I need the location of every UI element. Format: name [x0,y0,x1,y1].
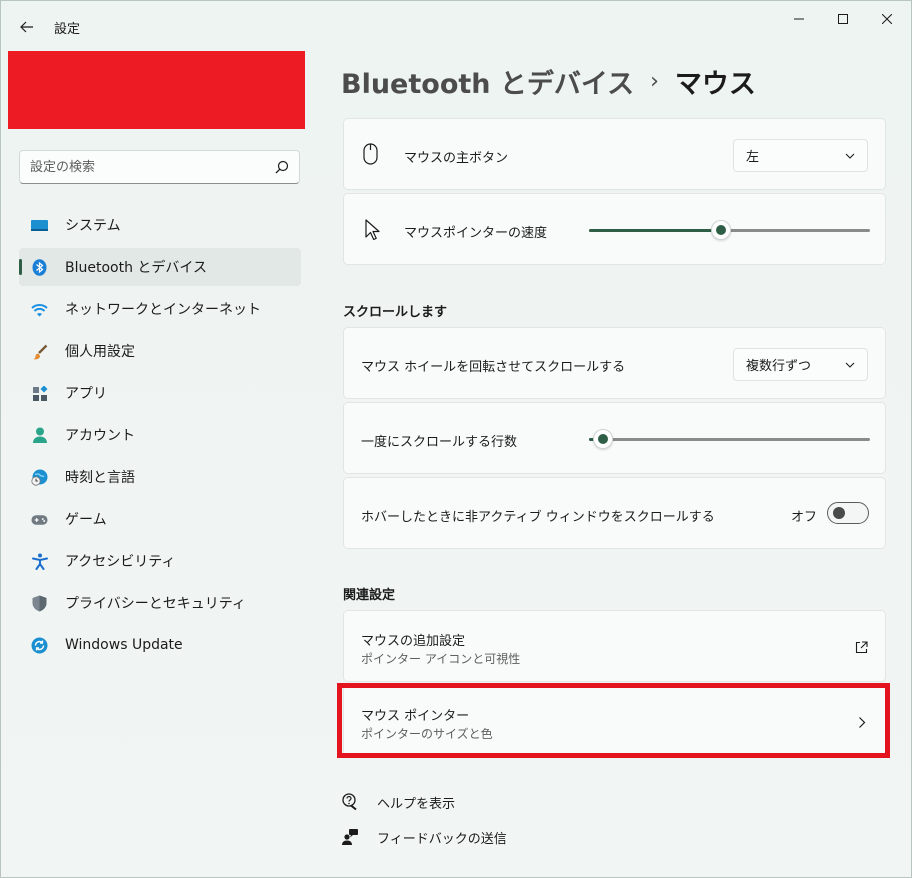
pointer-speed-label: マウスポインターの速度 [404,226,548,241]
app-title: 設定 [54,22,81,37]
close-icon [882,14,892,24]
gamepad-icon [31,511,48,528]
slider-thumb[interactable] [711,220,731,240]
selection-indicator [19,259,22,275]
search-input[interactable] [30,151,260,183]
mouse-pointer-title: マウス ポインター [361,709,470,724]
help-label: ヘルプを表示 [377,796,456,812]
sidebar-item-label: ネットワークとインターネット [65,302,261,318]
back-button[interactable] [13,13,41,41]
close-button[interactable] [865,7,909,31]
dropdown-value: 複数行ずつ [746,359,812,374]
maximize-button[interactable] [821,7,865,31]
breadcrumb-separator: › [650,68,659,94]
sidebar-item-label: ゲーム [65,512,107,528]
dropdown-value: 左 [746,150,760,165]
chevron-down-icon [845,153,855,159]
shield-icon [31,595,48,612]
maximize-icon [838,14,848,24]
sidebar-item-apps[interactable]: アプリ [19,374,301,412]
inactive-scroll-card: ホバーしたときに非アクティブ ウィンドウをスクロールする オフ [343,477,886,549]
sidebar-item-label: アカウント [65,428,135,444]
apps-icon [31,385,48,402]
scroll-section-heading: スクロールします [343,305,448,320]
mouse-icon [363,143,378,165]
brush-icon [31,343,48,360]
pointer-speed-card: マウスポインターの速度 [343,193,886,265]
arrow-left-icon [20,21,33,33]
toggle-state-label: オフ [791,510,818,525]
chevron-down-icon [845,362,855,368]
wheel-scroll-label: マウス ホイールを回転させてスクロールする [361,360,626,375]
sidebar-item-label: 個人用設定 [65,344,135,360]
bluetooth-icon [31,259,48,276]
page-title: マウス [674,68,756,100]
sidebar-item-label: Bluetooth とデバイス [65,260,207,276]
title-bar: 設定 [1,1,911,49]
primary-button-card: マウスの主ボタン 左 [343,118,886,190]
mouse-pointer-card[interactable]: マウス ポインター ポインターのサイズと色 [343,685,886,756]
sidebar-item-time-language[interactable]: 時刻と言語 [19,458,301,496]
wheel-scroll-dropdown[interactable]: 複数行ずつ [733,348,868,381]
primary-button-dropdown[interactable]: 左 [733,139,868,172]
slider-fill [589,229,721,232]
mouse-pointer-subtitle: ポインターのサイズと色 [361,727,493,741]
sidebar-item-gaming[interactable]: ゲーム [19,500,301,538]
search-box[interactable] [19,150,300,184]
sidebar-nav: システム Bluetooth とデバイス ネットワークとインターネット 個人用設… [19,206,301,668]
sidebar-item-label: アクセシビリティ [65,554,176,570]
sidebar-item-network[interactable]: ネットワークとインターネット [19,290,301,328]
sidebar-item-personalization[interactable]: 個人用設定 [19,332,301,370]
sidebar-item-system[interactable]: システム [19,206,301,244]
additional-settings-title: マウスの追加設定 [361,634,466,649]
sidebar-item-label: システム [65,218,121,234]
system-icon [31,217,48,234]
toggle-knob [833,507,845,519]
breadcrumb: Bluetooth とデバイス › マウス [341,61,756,101]
sidebar-item-label: Windows Update [65,637,183,653]
related-section-heading: 関連設定 [343,588,396,603]
sidebar-item-bluetooth[interactable]: Bluetooth とデバイス [19,248,301,286]
account-redaction [8,51,305,129]
sidebar-item-label: プライバシーとセキュリティ [65,596,246,612]
sidebar-item-accessibility[interactable]: アクセシビリティ [19,542,301,580]
sidebar-item-label: アプリ [65,386,107,402]
sidebar-item-accounts[interactable]: アカウント [19,416,301,454]
sidebar-item-windows-update[interactable]: Windows Update [19,626,301,664]
wifi-icon [31,301,48,318]
lines-per-scroll-card: 一度にスクロールする行数 [343,402,886,474]
sidebar-item-privacy[interactable]: プライバシーとセキュリティ [19,584,301,622]
windows-update-icon [31,637,48,654]
search-icon[interactable] [275,160,289,174]
pointer-speed-slider[interactable] [589,220,870,240]
feedback-icon [342,829,358,845]
primary-button-label: マウスの主ボタン [404,151,509,166]
inactive-scroll-toggle[interactable] [827,502,869,524]
account-icon [31,427,48,444]
minimize-icon [794,18,804,20]
inactive-scroll-label: ホバーしたときに非アクティブ ウィンドウをスクロールする [361,510,715,525]
slider-thumb[interactable] [593,429,613,449]
pointer-icon [365,219,380,241]
lines-per-scroll-slider[interactable] [589,429,870,449]
sidebar-item-label: 時刻と言語 [65,470,135,486]
help-icon [342,793,357,811]
additional-settings-subtitle: ポインター アイコンと可視性 [361,652,521,666]
minimize-button[interactable] [777,7,821,31]
wheel-scroll-card: マウス ホイールを回転させてスクロールする 複数行ずつ [343,327,886,399]
feedback-label: フィードバックの送信 [377,831,507,847]
additional-mouse-settings-card[interactable]: マウスの追加設定 ポインター アイコンと可視性 [343,610,886,682]
lines-per-scroll-label: 一度にスクロールする行数 [361,435,518,450]
breadcrumb-parent[interactable]: Bluetooth とデバイス [341,62,634,101]
open-external-icon [855,641,868,654]
settings-window: 設定 システム Bluet [0,0,912,878]
time-language-icon [31,469,48,486]
slider-track [589,438,870,441]
accessibility-icon [31,553,48,570]
chevron-right-icon [859,717,866,728]
